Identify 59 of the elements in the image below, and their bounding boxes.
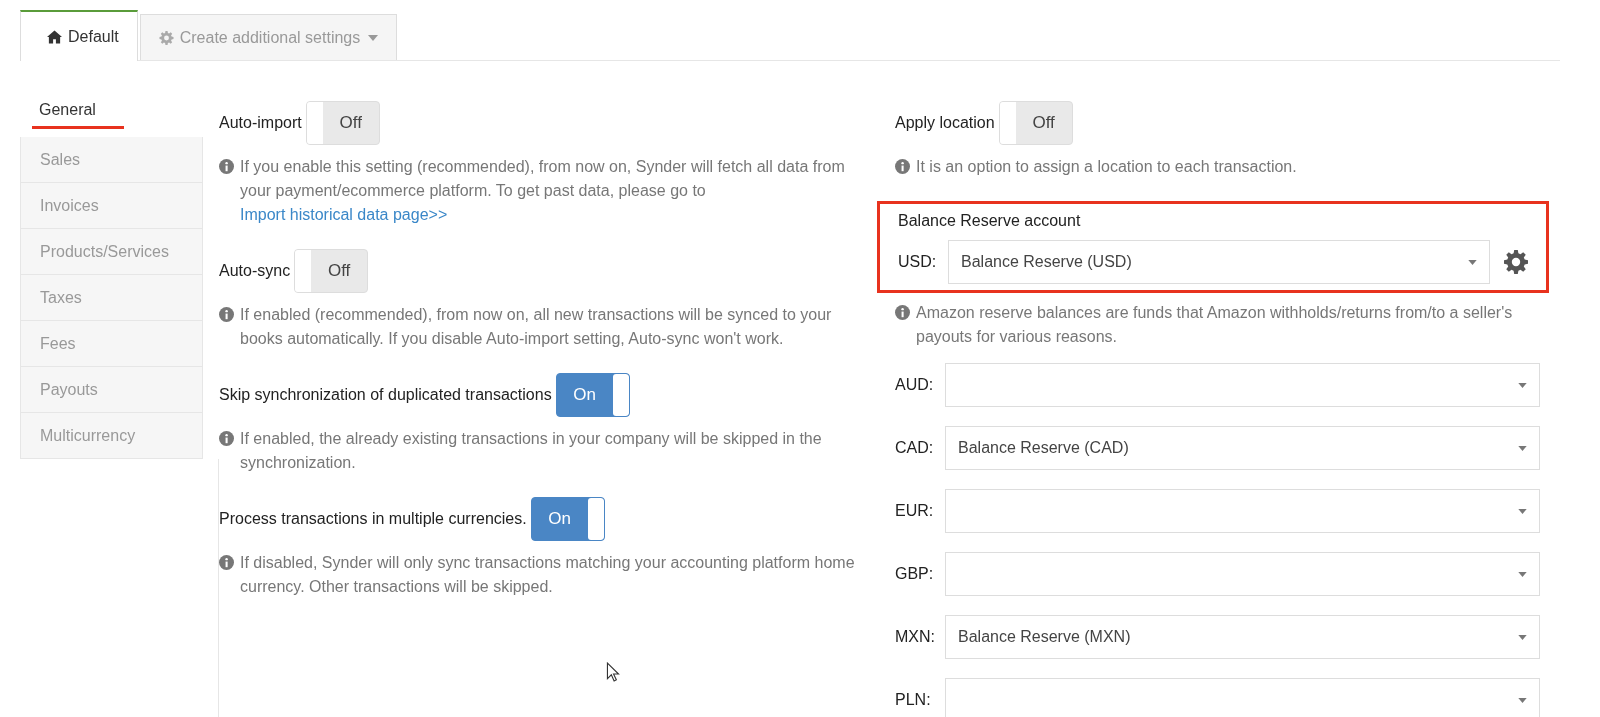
help-text: If disabled, Synder will only sync transactions matching your accounting platform home currency. Other transactions will be skipped.: [240, 553, 856, 597]
toggle-switch[interactable]: Off: [305, 101, 380, 145]
setting-label: Apply location: [895, 114, 995, 132]
gear-icon: [158, 30, 174, 45]
info-icon: [895, 305, 910, 320]
currency-label: EUR:: [895, 502, 935, 520]
caret-icon: [1518, 634, 1527, 640]
info-icon: [895, 159, 910, 174]
toggle-switch[interactable]: On: [555, 373, 630, 417]
help-text: If enabled (recommended), from now on, all new transactions will be synced to your books automatically. If you disable Auto-import setting, Auto-sync won't work.: [240, 305, 833, 349]
currency-label: GBP:: [895, 565, 935, 583]
toggle-switch[interactable]: Off: [998, 101, 1073, 145]
toggle-switch[interactable]: On: [530, 497, 605, 541]
settings-icon[interactable]: [1504, 250, 1528, 274]
currency-label: PLN:: [895, 691, 932, 709]
caret-icon: [1518, 508, 1527, 514]
sidebar-item[interactable]: Multicurrency: [20, 413, 203, 459]
info-icon: [219, 555, 234, 570]
sidebar-item[interactable]: Taxes: [20, 275, 203, 321]
setting-label: Auto-sync: [219, 262, 291, 280]
home-icon: [47, 29, 62, 44]
currency-label: USD:: [898, 253, 938, 271]
account-dropdown[interactable]: Balance Reserve (USD): [948, 240, 1490, 284]
account-dropdown[interactable]: [945, 489, 1540, 533]
tab[interactable]: Create additional settings: [139, 14, 398, 60]
sidebar-item[interactable]: Fees: [20, 321, 203, 367]
info-icon: [219, 431, 234, 446]
caret-icon: [368, 34, 379, 41]
account-dropdown[interactable]: [945, 678, 1540, 717]
caret-icon: [1518, 382, 1527, 388]
caret-icon: [1518, 571, 1527, 577]
section-title: Balance Reserve account: [898, 212, 1082, 230]
account-dropdown[interactable]: [945, 363, 1540, 407]
sidebar-item[interactable]: Payouts: [20, 367, 203, 413]
account-dropdown[interactable]: [945, 552, 1540, 596]
import-link[interactable]: Import historical data page>>: [240, 206, 448, 223]
sidebar-item[interactable]: Invoices: [20, 183, 203, 229]
tab[interactable]: Default: [20, 10, 138, 61]
sidebar-item[interactable]: Products/Services: [20, 229, 203, 275]
help-text: If you enable this setting (recommended), from now on, Synder will fetch all data from your payment/ecommerce platform. To get past data, please go to Import historical data page>>: [240, 157, 846, 225]
help-text: Amazon reserve balances are funds that Amazon withholds/returns from/to a seller's payouts for various reasons.: [916, 303, 1514, 347]
account-dropdown[interactable]: Balance Reserve (CAD): [945, 426, 1540, 470]
info-icon: [219, 307, 234, 322]
currency-label: MXN:: [895, 628, 936, 646]
help-text: If enabled, the already existing transactions in your company will be skipped in the synchronization.: [240, 429, 823, 473]
info-icon: [219, 159, 234, 174]
caret-icon: [1518, 445, 1527, 451]
toggle-switch[interactable]: Off: [294, 249, 369, 293]
setting-label: Process transactions in multiple currencies.: [219, 510, 527, 528]
currency-label: CAD:: [895, 439, 935, 457]
currency-label: AUD:: [895, 376, 935, 394]
caret-icon: [1468, 259, 1477, 265]
caret-icon: [1518, 697, 1527, 703]
help-text: It is an option to assign a location to each transaction.: [916, 157, 1297, 177]
mouse-cursor-icon: [606, 662, 620, 682]
setting-label: Auto-import: [219, 114, 302, 132]
account-dropdown[interactable]: Balance Reserve (MXN): [945, 615, 1540, 659]
setting-label: Skip synchronization of duplicated transactions: [219, 386, 552, 404]
sidebar-item[interactable]: Sales: [20, 137, 203, 183]
